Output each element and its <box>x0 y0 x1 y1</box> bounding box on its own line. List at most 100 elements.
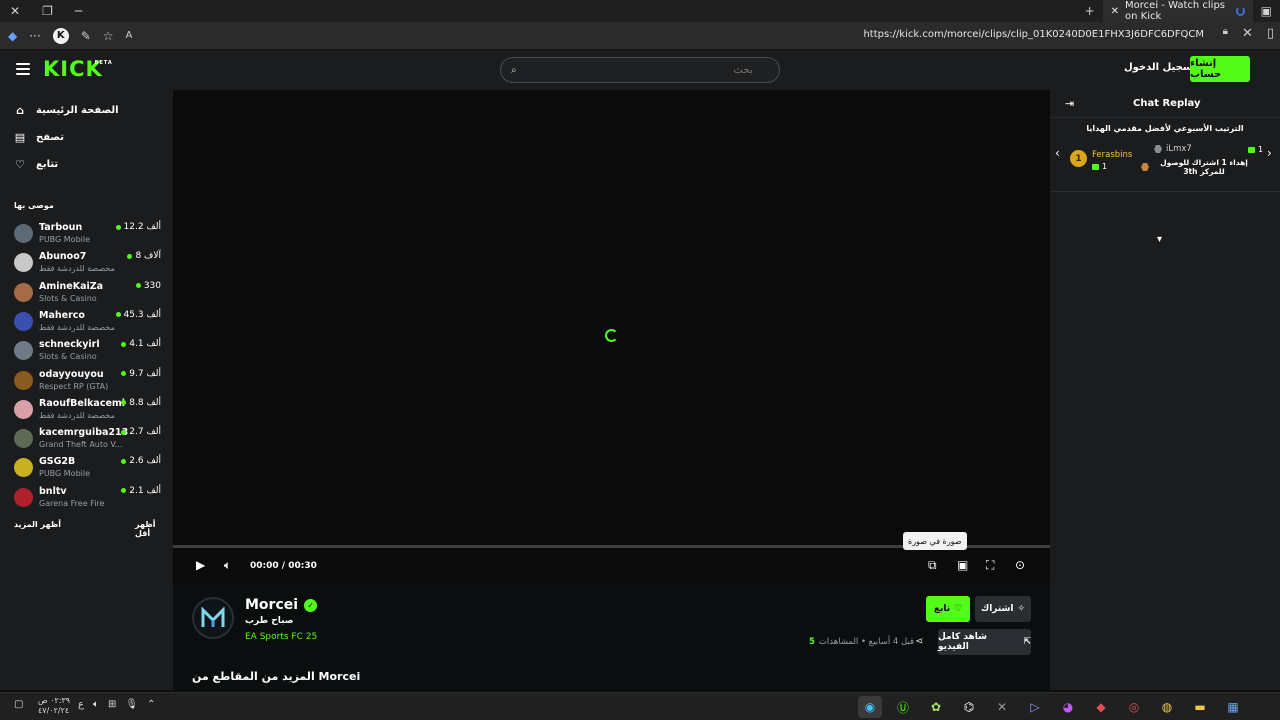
viewer-count-text: 2.1 ألف <box>129 485 161 496</box>
edge-icon[interactable]: ◉ <box>858 696 882 718</box>
sidebar-channel[interactable]: kacemrguiba213 Grand Theft Auto V... 2.7 أ… <box>14 427 164 455</box>
expand-leaderboard-icon[interactable]: ▾ <box>1157 234 1162 245</box>
avatar <box>14 458 33 478</box>
login-button[interactable]: تسجيل الدخول <box>1124 62 1197 73</box>
search-box[interactable]: ⌕ <box>500 57 780 83</box>
capcut-icon[interactable]: ⌬ <box>957 696 981 718</box>
site-header: KICK BETA ⌕ تسجيل الدخول إنشاء حساب <box>0 50 1280 90</box>
watch-full-video-button[interactable]: شاهد كامل الفيديو ⇱ <box>938 629 1031 655</box>
collapse-chat-icon[interactable]: ⇥ <box>1065 97 1074 110</box>
kick-logo[interactable]: KICK BETA <box>43 57 112 81</box>
playback-speed-icon[interactable]: ⊙ <box>1015 558 1025 572</box>
excel-icon[interactable]: ✕ <box>990 696 1014 718</box>
store-icon[interactable]: ▦ <box>1221 696 1245 718</box>
share-icon[interactable]: ⋖ <box>915 636 923 647</box>
live-dot-icon <box>121 458 127 464</box>
sidebar-channel[interactable]: odayyouyou Respect RP (GTA) 9.7 ألف <box>14 369 164 397</box>
play-icon[interactable]: ▶ <box>196 558 205 572</box>
theater-mode-icon[interactable]: ⧉ <box>928 558 937 573</box>
sidebar-channel[interactable]: schneckyirl Slots & Casino 4.1 ألف <box>14 339 164 367</box>
game-icon[interactable]: ✿ <box>924 696 948 718</box>
channel-name: odayyouyou <box>39 368 104 380</box>
sidebar-item-home[interactable]: ⌂ الصفحة الرئيسية <box>14 104 119 117</box>
minimize-window-icon[interactable]: ─ <box>75 4 82 18</box>
follow-label: تابع <box>933 604 951 614</box>
upwork-icon[interactable]: Ⓤ <box>891 696 915 718</box>
clip-meta: 5 قبل 4 أسابيع • المشاهدات <box>809 637 914 647</box>
sidebar-channel[interactable]: AmineKaiZa Slots & Casino 330 <box>14 281 164 309</box>
sidebar-channel[interactable]: bnltv Garena Free Fire 2.1 ألف <box>14 486 164 514</box>
messenger-icon[interactable]: ◕ <box>1056 696 1080 718</box>
avatar <box>14 370 33 390</box>
taskbar-clock[interactable]: ٠٢:٣٩ ص ٤٧/٠٢/٢٤ <box>38 696 70 716</box>
leaderboard-description: إهداء 1 اشتراك للوصول للمركز 3th <box>1160 158 1248 176</box>
clip-title: صباح طرب <box>245 616 294 626</box>
fullscreen-icon[interactable]: ⛶ <box>986 558 994 573</box>
viewer-count-text: 330 <box>143 280 161 291</box>
chrome-icon[interactable]: ◍ <box>1155 696 1179 718</box>
second-user[interactable]: iLmx7 <box>1154 144 1192 154</box>
show-more-button[interactable]: أظهر المزيد <box>14 520 61 529</box>
extension-icon[interactable]: ✎ <box>81 29 91 43</box>
picture-in-picture-icon[interactable]: ▣ <box>957 558 968 572</box>
browser-tab[interactable]: ✕ Morcei - Watch clips on Kick <box>1102 0 1253 22</box>
close-address-icon[interactable]: ✕ <box>1242 26 1253 41</box>
app-icon[interactable]: ◆ <box>1089 696 1113 718</box>
read-aloud-icon[interactable]: A <box>126 30 133 41</box>
viewer-count: 4.1 ألف <box>121 339 161 349</box>
chevron-left-icon[interactable]: ‹ <box>1055 146 1060 160</box>
sidebar-channel[interactable]: Maherco مخصصة للدردشة فقط 45.3 ألف <box>14 310 164 338</box>
chevron-right-icon[interactable]: › <box>1267 146 1272 160</box>
sidebar-item-following[interactable]: ♡ تتابع <box>14 158 58 171</box>
new-tab-icon[interactable]: + <box>1077 4 1103 18</box>
notification-icon[interactable]: ▢ <box>14 699 23 710</box>
url-text[interactable]: https://kick.com/morcei/clips/clip_01K02… <box>863 29 1204 40</box>
channel-avatar[interactable] <box>192 597 234 639</box>
chevron-up-icon[interactable]: ⌃ <box>147 699 155 710</box>
more-icon[interactable]: ··· <box>29 29 40 43</box>
address-bar: ◆ ··· K ✎ ☆ A https://kick.com/morcei/cl… <box>0 22 1280 50</box>
menu-icon[interactable] <box>16 63 30 75</box>
sidebar-item-label: تتابع <box>36 159 59 170</box>
viewer-count: 9.7 ألف <box>121 369 161 379</box>
search-input[interactable] <box>522 64 753 76</box>
sidebar-channel[interactable]: RaoufBelkacemi مخصصة للدردشة فقط 8.8 ألف <box>14 398 164 426</box>
media-icon[interactable]: ▷ <box>1023 696 1047 718</box>
volume-icon[interactable]: 🔈︎ <box>224 558 231 573</box>
close-tab-icon[interactable]: ✕ <box>1111 6 1119 17</box>
close-window-icon[interactable]: ✕ <box>10 4 20 18</box>
microphone-icon[interactable]: 🎙︎ <box>125 699 138 710</box>
subscribe-button[interactable]: اشتراك ✧ <box>975 596 1031 622</box>
show-less-button[interactable]: أظهر أقل <box>135 520 173 538</box>
favorite-star-icon[interactable]: ☆ <box>103 29 114 43</box>
copilot-icon[interactable]: ◆ <box>8 29 17 43</box>
sidebar-toggle-icon[interactable]: ▯ <box>1267 26 1274 41</box>
restore-window-icon[interactable]: ❐ <box>42 4 53 18</box>
top-gifter-name[interactable]: Ferasbins <box>1092 150 1132 160</box>
sidebar-channel[interactable]: Abunoo7 مخصصة للدردشة فقط 8 آلاف <box>14 251 164 279</box>
top-gifter-value: 1 <box>1092 162 1107 171</box>
network-icon[interactable]: ⊞ <box>108 699 116 710</box>
channel-category: Grand Theft Auto V... <box>39 440 123 450</box>
recorder-icon[interactable]: ◎ <box>1122 696 1146 718</box>
signup-button[interactable]: إنشاء حساب <box>1190 56 1250 82</box>
language-indicator[interactable]: ع <box>78 699 84 710</box>
viewer-count-text: 2.7 ألف <box>129 427 161 438</box>
channel-name[interactable]: Morcei ✓ <box>245 597 318 613</box>
channel-name: GSG2B <box>39 456 76 468</box>
file-explorer-icon[interactable]: ▬ <box>1188 696 1212 718</box>
sidebar-channel[interactable]: GSG2B PUBG Mobile 2.6 ألف <box>14 456 164 484</box>
speaker-icon[interactable]: 🔈︎ <box>93 699 99 710</box>
lock-icon[interactable]: 🔒︎ <box>1223 26 1228 41</box>
video-player[interactable]: صورة في صورة ▶ 🔈︎ 00:00 / 00:30 ⧉ ▣ ⛶ ⊙ <box>173 90 1050 582</box>
game-link[interactable]: EA Sports FC 25 <box>245 632 317 642</box>
home-icon: ⌂ <box>16 104 24 117</box>
sidebar-item-browse[interactable]: ▤ تصفح <box>14 131 64 144</box>
sidebar-channel[interactable]: Tarboun PUBG Mobile 12.2 ألف <box>14 222 164 250</box>
leaderboard-row: ‹ 1 Ferasbins 1 iLmx7 1 إهداء 1 اشتراك ل… <box>1050 142 1280 245</box>
follow-button[interactable]: تابع ♡ <box>926 596 970 622</box>
gold-medal-icon: 1 <box>1070 150 1087 167</box>
live-dot-icon <box>115 312 121 318</box>
external-link-icon: ⇱ <box>1023 637 1031 647</box>
tab-actions-icon[interactable]: ▣ <box>1253 4 1280 18</box>
